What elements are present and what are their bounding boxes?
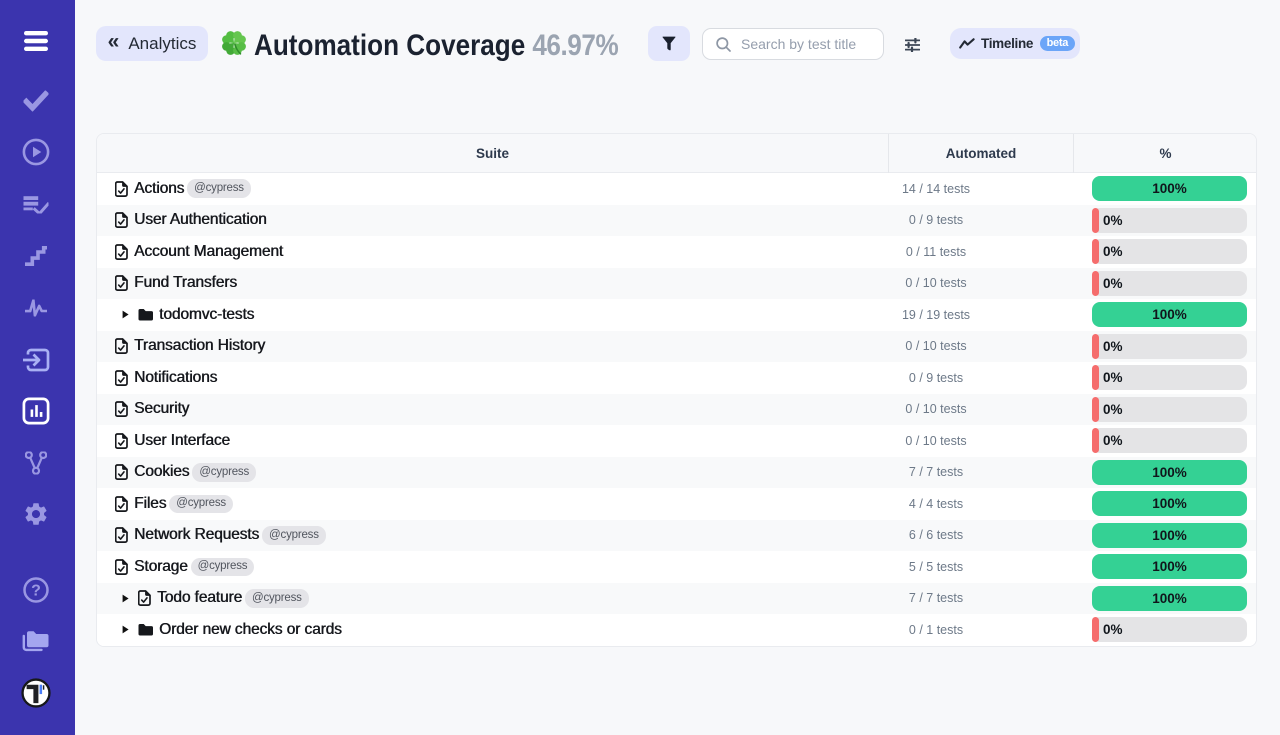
svg-text:?: ? <box>31 583 41 600</box>
